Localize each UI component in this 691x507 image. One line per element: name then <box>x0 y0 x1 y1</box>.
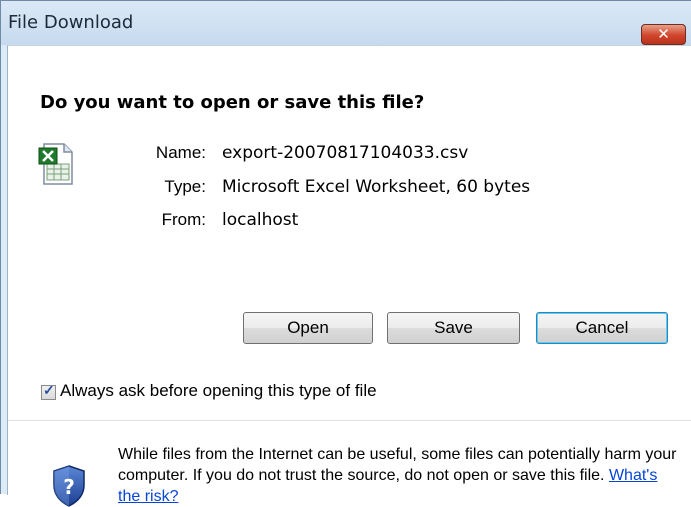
always-ask-label[interactable]: Always ask before opening this type of f… <box>60 381 377 401</box>
checkmark-icon: ✓ <box>43 382 55 398</box>
excel-file-icon <box>38 143 73 185</box>
separator <box>8 420 691 421</box>
open-button[interactable]: Open <box>243 312 373 344</box>
shield-question-icon: ? <box>53 465 85 507</box>
type-value: Microsoft Excel Worksheet, 60 bytes <box>222 177 531 197</box>
name-label: Name: <box>155 143 206 162</box>
close-icon: ✕ <box>657 25 670 43</box>
type-label: Type: <box>164 177 206 196</box>
svg-text:?: ? <box>63 475 75 499</box>
dialog-body: Do you want to open or save this file? N… <box>7 45 691 507</box>
warning-message: While files from the Internet can be use… <box>118 444 683 507</box>
save-button[interactable]: Save <box>387 312 520 344</box>
name-value: export-20070817104033.csv <box>222 143 469 163</box>
dialog-question: Do you want to open or save this file? <box>40 92 425 113</box>
title-bar[interactable]: File Download ✕ <box>1 1 691 45</box>
cancel-button[interactable]: Cancel <box>536 312 668 344</box>
from-label: From: <box>161 210 206 229</box>
file-download-window: File Download ✕ Do you want to open or s… <box>0 0 691 507</box>
warning-text: While files from the Internet can be use… <box>118 446 677 484</box>
window-title: File Download <box>8 12 134 33</box>
always-ask-checkbox[interactable]: ✓ <box>41 382 56 400</box>
from-value: localhost <box>222 210 299 230</box>
close-button[interactable]: ✕ <box>641 24 686 45</box>
